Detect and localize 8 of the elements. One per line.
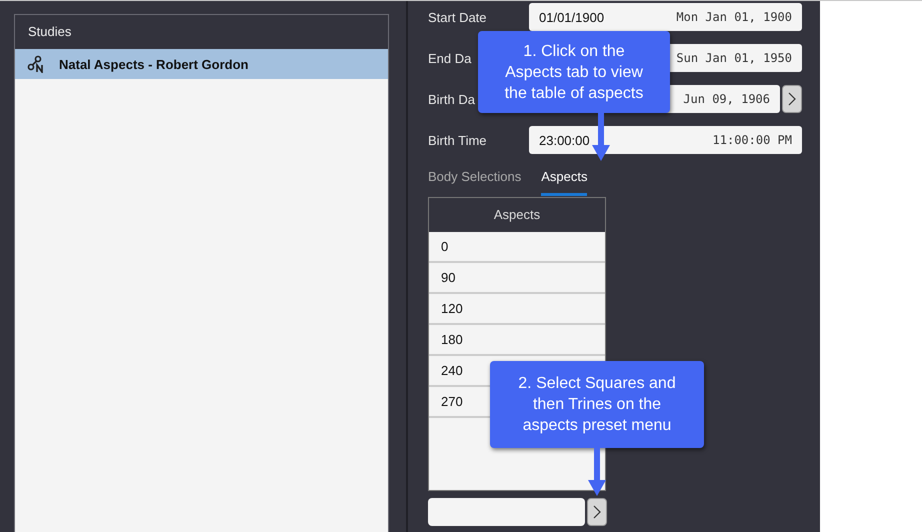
callout-tooltip: 1. Click on the Aspects tab to view the table of aspects <box>478 31 670 113</box>
field-label: Birth Da <box>428 92 475 106</box>
callout-tooltip: 2. Select Squares and then Trines on the aspects preset menu <box>490 361 704 448</box>
column-header: Aspects <box>429 198 605 232</box>
field-label: End Da <box>428 50 472 66</box>
panel-title: Studies <box>15 15 388 49</box>
field-label: Start Date <box>428 10 487 24</box>
field-label: Birth Time <box>428 132 487 148</box>
